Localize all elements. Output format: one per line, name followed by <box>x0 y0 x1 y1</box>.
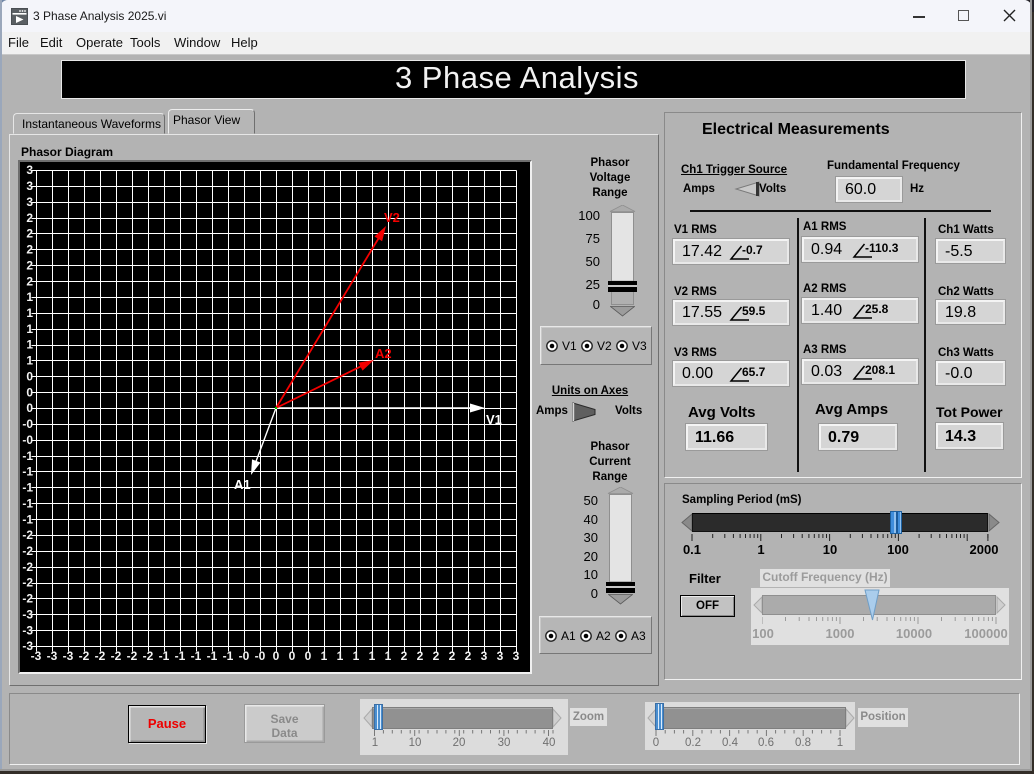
svg-text:3: 3 <box>497 649 504 663</box>
svg-text:2: 2 <box>465 649 472 663</box>
svg-text:V1: V1 <box>486 412 502 427</box>
svg-text:0: 0 <box>305 649 312 663</box>
svg-text:0: 0 <box>289 649 296 663</box>
svg-text:3: 3 <box>26 163 33 177</box>
svg-text:1: 1 <box>26 338 33 352</box>
svg-text:1: 1 <box>353 649 360 663</box>
svg-text:2: 2 <box>26 227 33 241</box>
svg-text:-1: -1 <box>22 496 33 510</box>
svg-text:0: 0 <box>26 401 33 415</box>
svg-text:1: 1 <box>321 649 328 663</box>
svg-text:-1: -1 <box>191 649 202 663</box>
svg-text:1: 1 <box>26 290 33 304</box>
svg-text:-1: -1 <box>175 649 186 663</box>
svg-text:1: 1 <box>26 354 33 368</box>
svg-text:-2: -2 <box>111 649 122 663</box>
svg-text:-0: -0 <box>239 649 250 663</box>
svg-text:3: 3 <box>481 649 488 663</box>
svg-text:0: 0 <box>26 370 33 384</box>
svg-text:1: 1 <box>26 322 33 336</box>
svg-text:-0: -0 <box>22 433 33 447</box>
svg-text:-1: -1 <box>22 512 33 526</box>
svg-text:-1: -1 <box>207 649 218 663</box>
svg-text:-1: -1 <box>22 449 33 463</box>
svg-text:3: 3 <box>513 649 520 663</box>
svg-text:-3: -3 <box>22 608 33 622</box>
svg-text:A1: A1 <box>234 477 251 492</box>
svg-text:1: 1 <box>369 649 376 663</box>
svg-text:-2: -2 <box>22 576 33 590</box>
svg-text:2: 2 <box>401 649 408 663</box>
svg-text:-2: -2 <box>22 560 33 574</box>
svg-text:-0: -0 <box>22 417 33 431</box>
svg-text:-1: -1 <box>223 649 234 663</box>
svg-text:0: 0 <box>273 649 280 663</box>
svg-text:V2: V2 <box>384 210 400 225</box>
svg-text:2: 2 <box>433 649 440 663</box>
svg-text:0: 0 <box>26 385 33 399</box>
svg-text:-2: -2 <box>95 649 106 663</box>
svg-text:3: 3 <box>26 179 33 193</box>
svg-text:-0: -0 <box>255 649 266 663</box>
svg-text:2: 2 <box>417 649 424 663</box>
svg-text:-2: -2 <box>22 544 33 558</box>
svg-text:-1: -1 <box>22 481 33 495</box>
svg-text:-2: -2 <box>143 649 154 663</box>
svg-text:-3: -3 <box>31 649 42 663</box>
svg-text:-3: -3 <box>47 649 58 663</box>
svg-text:1: 1 <box>337 649 344 663</box>
svg-text:A2: A2 <box>375 346 392 361</box>
svg-text:2: 2 <box>26 211 33 225</box>
svg-text:3: 3 <box>26 195 33 209</box>
svg-text:1: 1 <box>385 649 392 663</box>
svg-text:1: 1 <box>26 306 33 320</box>
svg-text:-2: -2 <box>22 592 33 606</box>
svg-text:-1: -1 <box>159 649 170 663</box>
svg-text:2: 2 <box>26 243 33 257</box>
svg-text:-2: -2 <box>127 649 138 663</box>
svg-text:2: 2 <box>449 649 456 663</box>
svg-text:-3: -3 <box>22 623 33 637</box>
svg-text:-2: -2 <box>79 649 90 663</box>
svg-text:-1: -1 <box>22 465 33 479</box>
svg-text:2: 2 <box>26 258 33 272</box>
svg-text:2: 2 <box>26 274 33 288</box>
svg-text:-3: -3 <box>63 649 74 663</box>
